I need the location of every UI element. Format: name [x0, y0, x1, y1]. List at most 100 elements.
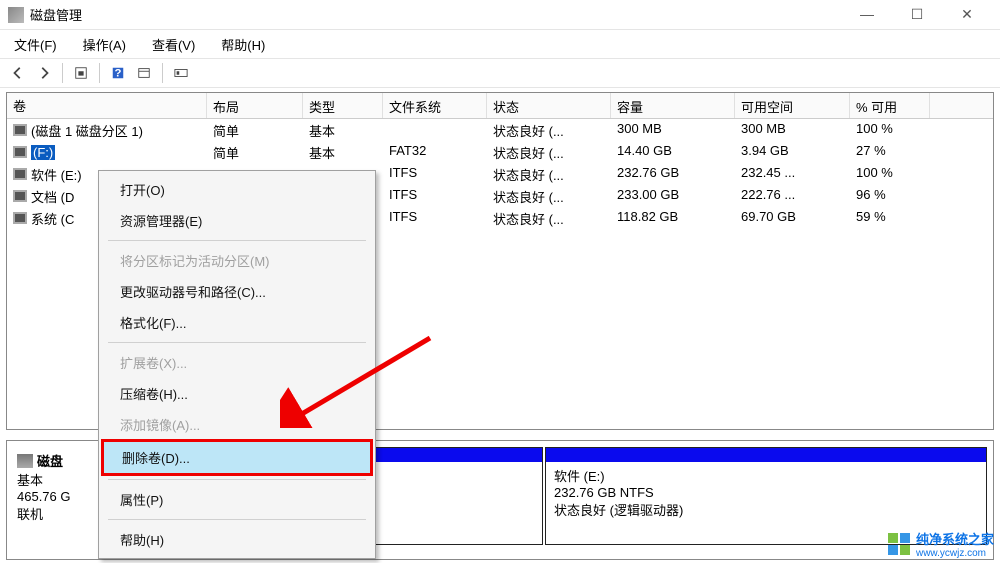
- col-pctfree[interactable]: % 可用: [850, 93, 930, 118]
- cell-fs: ITFS: [383, 185, 487, 207]
- cell-status: 状态良好 (...: [487, 207, 611, 229]
- cell-cap: 232.76 GB: [611, 163, 735, 185]
- cell-free: 222.76 ...: [735, 185, 850, 207]
- help-button[interactable]: ?: [106, 61, 130, 85]
- ctx-separator: [108, 479, 366, 480]
- partition-info: 232.76 GB NTFS: [554, 485, 978, 500]
- cell-status: 状态良好 (...: [487, 185, 611, 207]
- minimize-button[interactable]: —: [852, 6, 882, 23]
- col-type[interactable]: 类型: [303, 93, 383, 118]
- disk-info: 磁盘 基本 465.76 G 联机: [13, 447, 103, 545]
- cell-fs: ITFS: [383, 163, 487, 185]
- cell-free: 69.70 GB: [735, 207, 850, 229]
- menu-help[interactable]: 帮助(H): [215, 31, 271, 58]
- ctx-separator: [108, 240, 366, 241]
- cell-pct: 100 %: [850, 163, 930, 185]
- cell-status: 状态良好 (...: [487, 141, 611, 163]
- cell-fs: FAT32: [383, 141, 487, 163]
- ctx-separator: [108, 519, 366, 520]
- cell-free: 3.94 GB: [735, 141, 850, 163]
- table-row[interactable]: (磁盘 1 磁盘分区 1) 简单 基本 状态良好 (... 300 MB 300…: [7, 119, 993, 141]
- window-title: 磁盘管理: [30, 5, 852, 24]
- maximize-button[interactable]: ☐: [902, 6, 932, 23]
- cell-free: 300 MB: [735, 119, 850, 141]
- app-icon: [8, 7, 24, 23]
- ctx-extend: 扩展卷(X)...: [102, 347, 372, 378]
- cell-cap: 118.82 GB: [611, 207, 735, 229]
- cell-volume: (磁盘 1 磁盘分区 1): [31, 121, 143, 140]
- cell-fs: ITFS: [383, 207, 487, 229]
- watermark-url: www.ycwjz.com: [916, 548, 994, 559]
- toolbar-separator: [99, 63, 100, 83]
- ctx-open[interactable]: 打开(O): [102, 174, 372, 205]
- drive-icon: [13, 146, 27, 158]
- col-layout[interactable]: 布局: [207, 93, 303, 118]
- partition-status: 状态良好 (逻辑驱动器): [554, 500, 978, 519]
- ctx-mark-active: 将分区标记为活动分区(M): [102, 245, 372, 276]
- menu-action[interactable]: 操作(A): [77, 31, 132, 58]
- cell-fs: [383, 119, 487, 141]
- back-button[interactable]: [6, 61, 30, 85]
- ctx-change-letter[interactable]: 更改驱动器号和路径(C)...: [102, 276, 372, 307]
- menu-bar: 文件(F) 操作(A) 查看(V) 帮助(H): [0, 30, 1000, 58]
- cell-pct: 27 %: [850, 141, 930, 163]
- ctx-shrink[interactable]: 压缩卷(H)...: [102, 378, 372, 409]
- toolbar-separator: [162, 63, 163, 83]
- context-menu: 打开(O) 资源管理器(E) 将分区标记为活动分区(M) 更改驱动器号和路径(C…: [98, 170, 376, 559]
- drive-icon: [13, 168, 27, 180]
- drive-icon: [13, 124, 27, 136]
- ctx-help[interactable]: 帮助(H): [102, 524, 372, 555]
- ctx-properties[interactable]: 属性(P): [102, 484, 372, 515]
- close-button[interactable]: ✕: [952, 6, 982, 23]
- refresh-button[interactable]: [69, 61, 93, 85]
- ctx-separator: [108, 342, 366, 343]
- ctx-explorer[interactable]: 资源管理器(E): [102, 205, 372, 236]
- col-filesystem[interactable]: 文件系统: [383, 93, 487, 118]
- watermark-text: 纯净系统之家: [916, 529, 994, 548]
- ctx-delete-volume[interactable]: 删除卷(D)...: [102, 440, 372, 475]
- cell-type: 基本: [303, 141, 383, 163]
- cell-pct: 100 %: [850, 119, 930, 141]
- col-capacity[interactable]: 容量: [611, 93, 735, 118]
- cell-volume: 系统 (C: [31, 209, 74, 228]
- svg-text:?: ?: [115, 68, 122, 80]
- menu-file[interactable]: 文件(F): [8, 31, 63, 58]
- disk-status: 联机: [17, 504, 99, 523]
- tool-button[interactable]: [169, 61, 193, 85]
- cell-volume: 软件 (E:): [31, 165, 82, 184]
- partition-name: 软件 (E:): [554, 466, 978, 485]
- cell-pct: 96 %: [850, 185, 930, 207]
- watermark: 纯净系统之家 www.ycwjz.com: [888, 529, 994, 559]
- tool-button[interactable]: [132, 61, 156, 85]
- cell-volume: 文档 (D: [31, 187, 74, 206]
- ctx-format[interactable]: 格式化(F)...: [102, 307, 372, 338]
- partition-header: [546, 448, 986, 462]
- cell-cap: 233.00 GB: [611, 185, 735, 207]
- col-status[interactable]: 状态: [487, 93, 611, 118]
- cell-pct: 59 %: [850, 207, 930, 229]
- cell-free: 232.45 ...: [735, 163, 850, 185]
- ctx-add-mirror: 添加镜像(A)...: [102, 409, 372, 440]
- cell-layout: 简单: [207, 119, 303, 141]
- cell-layout: 简单: [207, 141, 303, 163]
- cell-type: 基本: [303, 119, 383, 141]
- cell-volume: (F:): [31, 145, 55, 160]
- cell-status: 状态良好 (...: [487, 163, 611, 185]
- drive-icon: [13, 190, 27, 202]
- cell-cap: 14.40 GB: [611, 141, 735, 163]
- disk-icon: [17, 454, 33, 468]
- disk-label: 磁盘: [37, 451, 63, 470]
- cell-status: 状态良好 (...: [487, 119, 611, 141]
- cell-cap: 300 MB: [611, 119, 735, 141]
- drive-icon: [13, 212, 27, 224]
- forward-button[interactable]: [32, 61, 56, 85]
- disk-type: 基本: [17, 470, 99, 489]
- disk-size: 465.76 G: [17, 489, 99, 504]
- watermark-icon: [888, 533, 910, 555]
- col-freespace[interactable]: 可用空间: [735, 93, 850, 118]
- menu-view[interactable]: 查看(V): [146, 31, 201, 58]
- col-volume[interactable]: 卷: [7, 93, 207, 118]
- list-header: 卷 布局 类型 文件系统 状态 容量 可用空间 % 可用: [7, 93, 993, 119]
- toolbar: ?: [0, 58, 1000, 88]
- table-row-selected[interactable]: (F:) 简单 基本 FAT32 状态良好 (... 14.40 GB 3.94…: [7, 141, 993, 163]
